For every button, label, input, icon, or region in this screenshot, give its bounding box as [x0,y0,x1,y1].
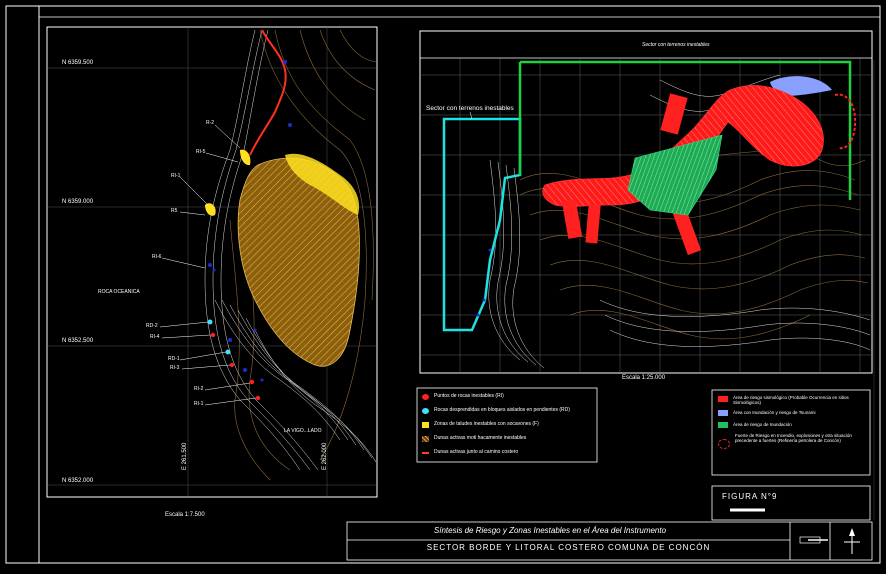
left-map[interactable] [46,26,378,498]
north-arrow-icon [844,528,860,554]
point-label: R5 [171,208,178,214]
title-line-1: Síntesis de Riesgo y Zonas Inestables en… [433,526,667,535]
figure-label: FIGURA N°9 [722,492,778,501]
green-area-icon [718,422,728,428]
point-label: RI-6 [152,254,162,260]
cyan-dot-icon [422,408,429,414]
legend-item: Puntos de rocas inestables (RI) [422,393,592,403]
legend-item: Área con Inundación y riesgo de Tsunami [718,409,868,419]
blue-area-icon [718,410,728,416]
northing-label: N 6352.000 [62,478,94,484]
easting-label: E 262.000 [322,442,328,470]
legend-item: Rocas desprendidas en bloques aislados e… [422,407,592,417]
legend-item: Fuerte de Riesgo en Incendio, explosione… [718,433,868,461]
legend-item: Área de riesgo de Inundación [718,421,868,431]
point-label: RI-4 [150,334,160,340]
point-label: RI-3 [170,365,180,371]
right-map-top-label: Sector con terrenos inestables [642,42,710,48]
point-label: RD-1 [168,356,180,362]
legend-item: Zonas de taludes inestables con socavone… [422,421,592,431]
point-label: RI-1 [171,173,181,179]
northing-label: N 6359.000 [62,199,94,205]
red-line-icon [422,452,429,454]
yellow-square-icon [422,422,429,428]
legend-item: Dunas activas moti hacamente inestables [422,435,592,445]
point-label: RD-2 [146,323,158,329]
point-label: R-2 [206,120,215,126]
easting-label: E 261.500 [182,442,188,470]
refinery-ellipse-icon [718,439,730,449]
point-label: RI-1 [194,401,204,407]
legend-left: Puntos de rocas inestables (RI) Rocas de… [422,393,594,459]
right-map-scale: Escala 1:25.000 [622,375,666,381]
drawing-frame [0,0,886,569]
red-dot-icon [422,394,429,400]
right-map[interactable] [419,30,873,374]
point-label: RI-5 [196,149,206,155]
title-line-2: SECTOR BORDE Y LITORAL COSTERO COMUNA DE… [426,543,711,552]
legend-right: Área de riesgo sismológico (Probable Ocu… [718,395,868,473]
left-map-scale: Escala 1:7.500 [165,512,205,518]
inestable-sector-label: Sector con terrenos inestables [426,105,514,112]
legend-item: Área de riesgo sismológico (Probable Ocu… [718,395,868,405]
northing-label: N 6359.500 [62,60,94,66]
red-area-icon [718,396,728,402]
place-label: LA VIGO...LADO [284,428,322,434]
legend-item: Dunas activas junto al camino costero [422,449,592,459]
point-label: RI-2 [194,386,204,392]
place-label: ROCA OCEANICA [98,289,140,295]
hatch-icon [422,436,429,442]
northing-label: N 6352.500 [62,338,94,344]
